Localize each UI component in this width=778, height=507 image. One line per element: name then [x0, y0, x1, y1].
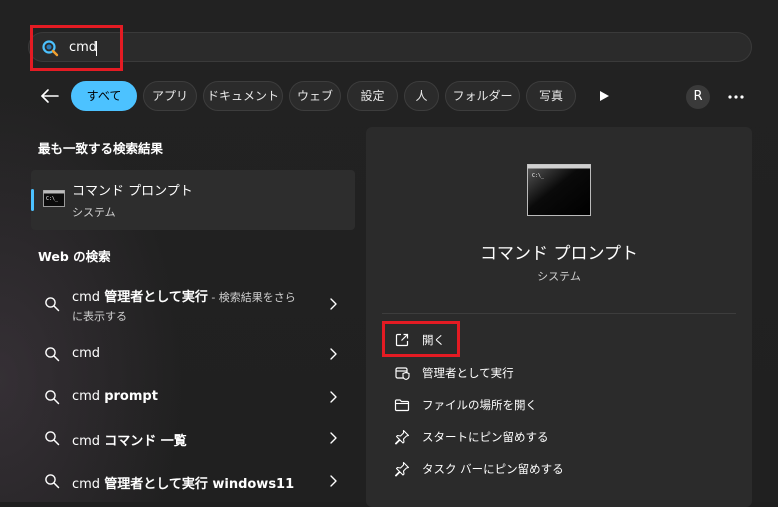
open-file-location-label: ファイルの場所を開く: [422, 398, 537, 412]
selection-indicator: [31, 189, 34, 211]
chevron-right-icon: [330, 432, 337, 444]
avatar[interactable]: R: [686, 85, 710, 109]
back-arrow-icon[interactable]: [38, 84, 62, 108]
web-result-item[interactable]: cmd: [31, 343, 355, 367]
filter-chip-photos[interactable]: 写真: [526, 81, 576, 111]
chevron-right-icon: [330, 298, 337, 310]
detail-panel: C:\_ コマンド プロンプト システム 開く 管理者として実行 ファイルの場所…: [366, 127, 752, 507]
search-input[interactable]: [69, 37, 669, 57]
search-icon: [45, 431, 60, 446]
filter-chip-all[interactable]: すべて: [71, 81, 137, 111]
highlight-search-box: [30, 25, 123, 71]
best-match-subtitle: システム: [72, 206, 116, 219]
pin-to-taskbar-action[interactable]: タスク バーにピン留めする: [394, 459, 724, 479]
web-result-text-line2: に表示する: [72, 310, 127, 323]
chevron-right-icon: [330, 348, 337, 360]
run-as-admin-action[interactable]: 管理者として実行: [394, 363, 724, 383]
filter-chip-web[interactable]: ウェブ: [289, 81, 341, 111]
filter-chip-documents[interactable]: ドキュメント: [203, 81, 283, 111]
search-icon: [45, 390, 60, 405]
shield-run-admin-icon: [395, 367, 410, 381]
web-result-item[interactable]: cmd prompt: [31, 386, 355, 410]
filter-chip-settings[interactable]: 設定: [347, 81, 398, 111]
web-search-heading: Web の検索: [38, 249, 111, 264]
detail-subtitle: システム: [537, 270, 581, 283]
play-icon[interactable]: [598, 90, 610, 102]
web-result-text: cmd コマンド 一覧: [72, 434, 187, 449]
svg-text:C:\_: C:\_: [46, 196, 59, 202]
web-result-item[interactable]: cmd 管理者として実行 windows11: [31, 470, 355, 494]
filter-chip-apps[interactable]: アプリ: [143, 81, 197, 111]
best-match-result[interactable]: C:\_ コマンド プロンプト システム: [31, 170, 355, 230]
best-match-heading: 最も一致する検索結果: [38, 141, 164, 156]
filter-chip-folders[interactable]: フォルダー: [445, 81, 520, 111]
web-result-text: cmd: [72, 346, 101, 361]
command-prompt-icon: C:\_: [43, 190, 65, 207]
search-box[interactable]: [28, 32, 752, 62]
chevron-right-icon: [330, 391, 337, 403]
more-options-icon[interactable]: [727, 94, 745, 100]
web-result-text: cmd 管理者として実行 - 検索結果をさら: [72, 290, 296, 305]
chevron-right-icon: [330, 475, 337, 487]
web-result-text: cmd prompt: [72, 389, 158, 404]
web-result-text: cmd 管理者として実行 windows11: [72, 477, 295, 492]
search-icon: [45, 347, 60, 362]
folder-icon: [394, 399, 410, 412]
detail-title: コマンド プロンプト: [480, 244, 638, 264]
command-prompt-icon: C:\_: [527, 164, 591, 216]
run-as-admin-label: 管理者として実行: [422, 366, 514, 380]
highlight-open-action: [382, 321, 460, 357]
web-result-item[interactable]: cmd 管理者として実行 - 検索結果をさら に表示する: [31, 283, 355, 327]
web-result-item[interactable]: cmd コマンド 一覧: [31, 427, 355, 451]
pin-icon: [394, 429, 410, 445]
pin-to-start-action[interactable]: スタートにピン留めする: [394, 427, 724, 447]
pin-to-taskbar-label: タスク バーにピン留めする: [422, 462, 564, 476]
pin-to-start-label: スタートにピン留めする: [422, 430, 549, 444]
open-file-location-action[interactable]: ファイルの場所を開く: [394, 395, 724, 415]
divider: [382, 313, 736, 314]
search-icon: [45, 297, 60, 312]
svg-text:C:\_: C:\_: [532, 173, 545, 179]
pin-icon: [394, 461, 410, 477]
best-match-title: コマンド プロンプト: [72, 184, 193, 199]
filter-chip-people[interactable]: 人: [404, 81, 439, 111]
search-icon: [45, 474, 60, 489]
